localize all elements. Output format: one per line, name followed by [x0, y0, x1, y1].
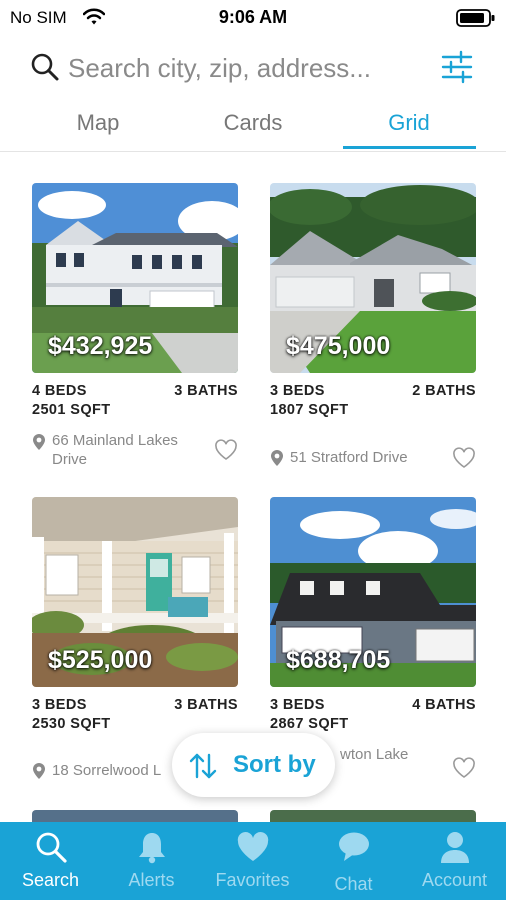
favorite-heart-icon[interactable]: [452, 447, 476, 469]
sqft-value: 1807 SQFT: [270, 402, 349, 418]
sort-by-label: Sort by: [233, 751, 316, 778]
baths-count: 3 BATHS: [174, 383, 238, 399]
listing-card[interactable]: [270, 810, 476, 822]
tab-cards[interactable]: Cards: [183, 110, 323, 136]
sort-arrows-icon: [189, 753, 217, 779]
listing-sqft-row: 2501 SQFT: [32, 402, 238, 421]
listing-price: $525,000: [48, 646, 153, 674]
beds-count: 3 BEDS: [270, 697, 325, 713]
sqft-value: 2867 SQFT: [270, 716, 349, 732]
listing-address: 66 Mainland Lakes Drive: [52, 432, 178, 468]
listing-stats-row: 3 BEDS 4 BATHS: [270, 697, 476, 716]
nav-alerts-label: Alerts: [128, 870, 175, 890]
nav-favorites[interactable]: Favorites: [202, 822, 303, 900]
sort-by-button[interactable]: Sort by: [172, 733, 335, 797]
listing-photo[interactable]: $525,000: [32, 497, 238, 687]
filter-sliders-icon[interactable]: [440, 50, 474, 84]
sqft-value: 2501 SQFT: [32, 402, 111, 418]
sqft-value: 2530 SQFT: [32, 716, 111, 732]
location-pin-icon: [33, 763, 45, 779]
listing-stats-row: 4 BEDS 3 BATHS: [32, 383, 238, 402]
search-icon: [36, 832, 67, 863]
beds-count: 3 BEDS: [32, 697, 87, 713]
listing-photo[interactable]: $432,925: [32, 183, 238, 373]
chat-bubble-icon: [339, 832, 369, 861]
person-icon: [441, 832, 469, 863]
battery-icon: [456, 9, 495, 27]
baths-count: 3 BATHS: [174, 697, 238, 713]
nav-chat-label: Chat: [334, 874, 373, 894]
heart-icon: [237, 832, 269, 861]
listing-sqft-row: 1807 SQFT: [270, 402, 476, 421]
status-time: 9:06 AM: [218, 7, 288, 27]
nav-account[interactable]: Account: [404, 822, 505, 900]
address-row: 66 Mainland Lakes Drive: [32, 431, 238, 471]
search-bar: [0, 40, 506, 96]
bell-icon: [139, 833, 165, 864]
listing-stats-row: 3 BEDS 2 BATHS: [270, 383, 476, 402]
beds-count: 4 BEDS: [32, 383, 87, 399]
baths-count: 2 BATHS: [412, 383, 476, 399]
listing-card[interactable]: [32, 810, 238, 822]
bottom-nav: Search Alerts Favorites Chat Account: [0, 822, 506, 900]
listing-card[interactable]: $432,925 4 BEDS 3 BATHS 2501 SQFT 66 Mai…: [32, 183, 238, 471]
nav-account-label: Account: [421, 870, 488, 890]
tab-map[interactable]: Map: [28, 110, 168, 136]
search-icon: [31, 53, 59, 81]
listing-card[interactable]: $475,000 3 BEDS 2 BATHS 1807 SQFT 51 Str…: [270, 183, 476, 471]
tab-grid[interactable]: Grid: [339, 110, 479, 136]
view-tabs: Map Cards Grid: [0, 100, 506, 152]
listing-address: wton Lake: [340, 746, 409, 763]
nav-search-label: Search: [21, 870, 80, 890]
nav-chat[interactable]: Chat: [303, 822, 404, 900]
listing-stats-row: 3 BEDS 3 BATHS: [32, 697, 238, 716]
status-bar: No SIM 9:06 AM: [0, 0, 506, 34]
listing-photo[interactable]: $475,000: [270, 183, 476, 373]
active-tab-indicator: [343, 146, 476, 149]
baths-count: 4 BATHS: [412, 697, 476, 713]
location-pin-icon: [271, 450, 283, 466]
nav-alerts[interactable]: Alerts: [101, 822, 202, 900]
listing-address: 18 Sorrelwood L: [52, 762, 162, 779]
nav-favorites-label: Favorites: [215, 870, 290, 890]
listing-price: $432,925: [48, 332, 153, 360]
search-input[interactable]: [68, 48, 428, 88]
location-pin-icon: [33, 434, 45, 450]
listing-price: $688,705: [286, 646, 391, 674]
listing-price: $475,000: [286, 332, 391, 360]
favorite-heart-icon[interactable]: [214, 439, 238, 461]
listing-address: 51 Stratford Drive: [290, 449, 408, 466]
address-row: 51 Stratford Drive: [270, 431, 476, 471]
listing-photo[interactable]: $688,705: [270, 497, 476, 687]
beds-count: 3 BEDS: [270, 383, 325, 399]
nav-search[interactable]: Search: [0, 822, 101, 900]
favorite-heart-icon[interactable]: [452, 757, 476, 779]
